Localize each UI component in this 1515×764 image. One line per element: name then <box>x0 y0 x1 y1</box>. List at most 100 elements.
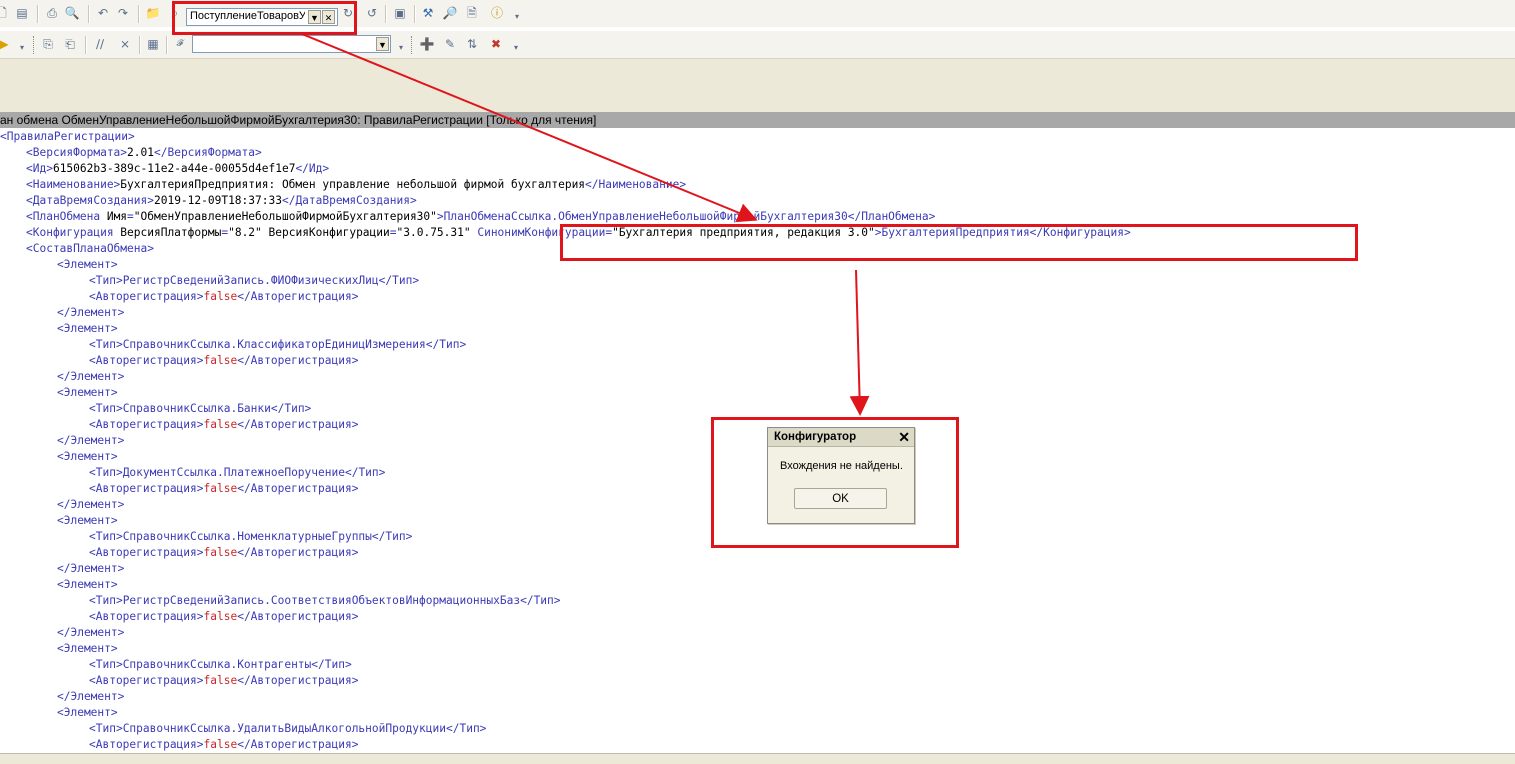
code-token: 2.01 <box>127 146 154 159</box>
copy-icon[interactable]: ⎘ <box>40 36 56 52</box>
code-token: false <box>203 546 238 559</box>
code-line: <ПравилаРегистрации> <box>0 129 135 145</box>
message-dialog: Конфигуратор ✕ Вхождения не найдены. OK <box>767 427 915 524</box>
code-token: </Авторегистрация> <box>237 290 359 303</box>
notes-icon[interactable]: 🗎 <box>464 5 480 21</box>
code-token: < <box>0 130 7 143</box>
code-line: <ПланОбмена Имя="ОбменУправлениеНебольшо… <box>26 209 935 225</box>
comment-icon[interactable]: ∕∕ <box>92 36 108 52</box>
code-token: <СоставПланаОбмена> <box>26 242 154 255</box>
code-token: </ВерсияФормата> <box>154 146 262 159</box>
undo-icon[interactable]: ↶ <box>95 5 111 21</box>
code-token: </Авторегистрация> <box>237 418 359 431</box>
wizard-icon[interactable]: ⚒ <box>420 5 436 21</box>
code-token: <Тип> <box>89 274 123 287</box>
code-token: </Элемент> <box>57 370 125 383</box>
info-icon[interactable]: ⓘ <box>489 5 505 21</box>
module-select[interactable]: ▼ <box>192 35 391 53</box>
code-token: БухгалтерияПредприятия: Обмен управление… <box>120 178 586 191</box>
open-icon[interactable]: ▤ <box>14 5 30 21</box>
code-line: </Элемент> <box>57 497 124 513</box>
code-token: </Элемент> <box>57 306 125 319</box>
code-token: <ВерсияФормата> <box>26 146 128 159</box>
paste-icon[interactable]: ⎗ <box>62 36 78 52</box>
redo-icon[interactable]: ↷ <box>115 5 131 21</box>
code-token: false <box>203 290 238 303</box>
code-line: <Авторегистрация>false</Авторегистрация> <box>89 417 358 433</box>
code-line: <Элемент> <box>57 513 118 529</box>
chevron-down-icon[interactable]: ▼ <box>376 37 389 51</box>
code-line: <Элемент> <box>57 321 118 337</box>
code-token: </Тип> <box>446 722 487 735</box>
uncomment-icon[interactable]: ⨯ <box>117 36 133 52</box>
code-line: <Элемент> <box>57 577 118 593</box>
code-token: false <box>203 738 238 751</box>
code-line: <Тип>СправочникСсылка.Банки</Тип> <box>89 401 311 417</box>
code-line: <Тип>ДокументСсылка.ПлатежноеПоручение</… <box>89 465 385 481</box>
code-line: <Тип>СправочникСсылка.КлассификаторЕдини… <box>89 337 466 353</box>
code-token: <Тип> <box>89 658 123 671</box>
code-token: </Авторегистрация> <box>237 546 359 559</box>
code-token: <Тип> <box>89 338 123 351</box>
code-token: </Тип> <box>425 338 467 351</box>
play-icon[interactable]: ▶ <box>0 36 12 52</box>
code-token: </Элемент> <box>57 562 125 575</box>
code-line: <Элемент> <box>57 385 118 401</box>
code-token: 2019-12-09T18:37:33 <box>153 194 282 207</box>
code-token: <Авторегистрация> <box>89 546 204 559</box>
code-token: </Авторегистрация> <box>237 354 359 367</box>
code-token: </Тип> <box>378 274 420 287</box>
code-token: СправочникСсылка.КлассификаторЕдиницИзме… <box>122 338 426 351</box>
code-token: <Элемент> <box>57 258 118 271</box>
code-token: false <box>203 354 238 367</box>
code-token: РегистрСведенийЗапись.СоответствияОбъект… <box>122 594 521 607</box>
code-token: </Тип> <box>520 594 561 607</box>
preview-icon[interactable]: 🔍 <box>64 5 80 21</box>
code-token: <Ид> <box>26 162 53 175</box>
code-token: <Тип> <box>89 722 123 735</box>
code-line: <Авторегистрация>false</Авторегистрация> <box>89 737 358 753</box>
code-token: false <box>203 610 238 623</box>
code-token: <Наименование> <box>26 178 121 191</box>
code-line: <Авторегистрация>false</Авторегистрация> <box>89 353 358 369</box>
delete-item-icon[interactable]: ✖ <box>488 36 504 52</box>
code-line: <Ид>615062b3-389c-11e2-a44e-00055d4ef1e7… <box>26 161 329 177</box>
code-token: <Тип> <box>89 466 123 479</box>
edit-item-icon[interactable]: ✎ <box>442 36 458 52</box>
window-icon[interactable]: ▣ <box>392 5 408 21</box>
code-token: <Авторегистрация> <box>89 610 204 623</box>
find-prev-icon[interactable]: ↺ <box>364 5 380 21</box>
synonym-highlight-box <box>560 224 1358 261</box>
code-token: <Авторегистрация> <box>89 738 204 751</box>
search-help-icon[interactable]: 🔎 <box>442 5 458 21</box>
overflow-chevron-icon[interactable]: ▾ <box>14 40 30 56</box>
code-token: <Авторегистрация> <box>89 418 204 431</box>
new-doc-icon[interactable]: 🗋 <box>0 5 10 21</box>
overflow-chevron-icon[interactable]: ▾ <box>393 40 409 56</box>
code-token: Имя <box>106 210 128 223</box>
ok-button[interactable]: OK <box>794 488 887 509</box>
move-item-icon[interactable]: ⇅ <box>464 36 480 52</box>
add-item-icon[interactable]: ➕ <box>419 36 435 52</box>
code-token: > <box>128 130 135 143</box>
code-token: СправочникСсылка.Банки <box>122 402 271 415</box>
code-token: <Авторегистрация> <box>89 290 204 303</box>
code-line: <СоставПланаОбмена> <box>26 241 154 257</box>
procedure-icon[interactable]: 𝓕 <box>172 36 188 52</box>
code-token: >ПланОбменаСсылка.ОбменУправлениеНебольш… <box>436 210 936 223</box>
code-token: </Тип> <box>270 402 312 415</box>
close-icon[interactable]: ✕ <box>898 428 910 446</box>
bookmark-icon[interactable]: ▦ <box>145 36 161 52</box>
status-bar <box>0 753 1515 764</box>
overflow-chevron-icon[interactable]: ▾ <box>509 9 525 25</box>
code-line: <Элемент> <box>57 641 118 657</box>
code-token: </ДатаВремяСоздания> <box>281 194 417 207</box>
code-token: <Элемент> <box>57 386 118 399</box>
print-icon[interactable]: ⎙ <box>44 5 60 21</box>
find-in-folder-icon[interactable]: 📁 <box>145 5 161 21</box>
code-token: <Элемент> <box>57 642 118 655</box>
code-token: false <box>203 418 238 431</box>
code-token: </Тип> <box>344 466 386 479</box>
code-token: СправочникСсылка.УдалитьВидыАлкогольнойП… <box>122 722 446 735</box>
overflow-chevron-icon[interactable]: ▾ <box>508 40 524 56</box>
